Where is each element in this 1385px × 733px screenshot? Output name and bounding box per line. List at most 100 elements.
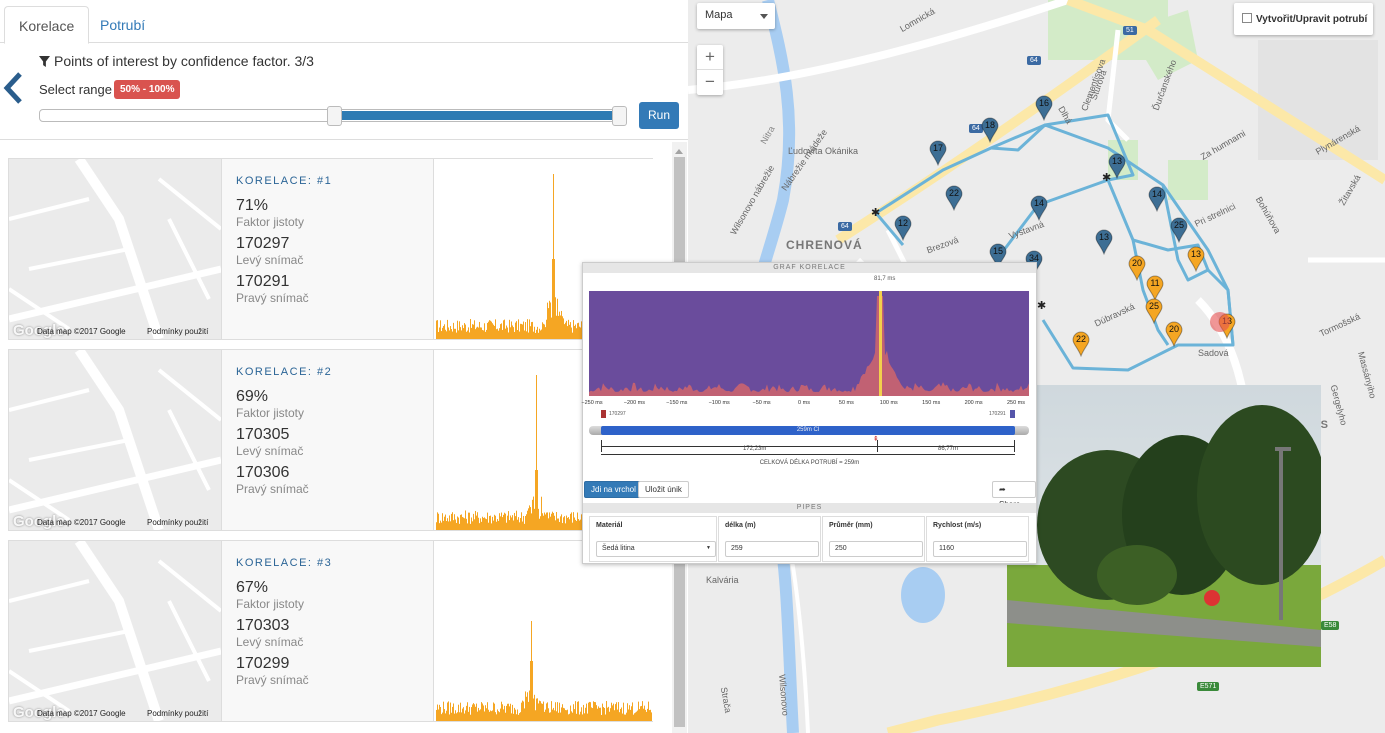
speed-input[interactable]: 1160 (933, 541, 1027, 557)
card-map[interactable]: Google Data map ©2017 Google Podmínky po… (9, 350, 221, 530)
left-distance: 172,23m (743, 446, 767, 452)
left-sensor-label: Levý snímač (236, 253, 304, 267)
junction-icon[interactable]: ✱ (871, 206, 880, 219)
pipes-cell-length: délka (m) 259 (718, 516, 821, 562)
road-badge: E571 (1197, 682, 1220, 691)
left-sensor-label: Levý snímač (236, 635, 304, 649)
slider-handle-min[interactable] (326, 106, 342, 126)
right-sensor-value: 170299 (236, 655, 290, 672)
x-tick-label: −200 ms (623, 400, 646, 406)
left-sensor-id: 170297 (609, 411, 626, 417)
scroll-up-icon[interactable] (675, 145, 683, 154)
length-input[interactable]: 259 (725, 541, 819, 557)
zoom-control[interactable]: + − (697, 45, 723, 95)
junction-icon[interactable]: ✱ (1102, 171, 1111, 184)
pipes-cell-material: Materiál Šedá litina ▼ (589, 516, 717, 562)
right-sensor-label: Pravý snímač (236, 482, 309, 496)
map-pin-blue[interactable]: 14 (1148, 186, 1166, 213)
map-type-dropdown[interactable]: Mapa (697, 3, 775, 29)
map-pin-orange[interactable]: 20 (1165, 321, 1183, 348)
confidence-value: 69% (236, 388, 269, 405)
map-terms-link[interactable]: Podmínky použití (147, 518, 208, 527)
map-pin-blue[interactable]: 18 (981, 117, 999, 144)
x-tick-label: 100 ms (879, 400, 898, 406)
card-map[interactable]: Google Data map ©2017 Google Podmínky po… (9, 541, 221, 721)
range-label: Select range (39, 82, 112, 97)
map-copyright: Data map ©2017 Google (37, 709, 126, 718)
map-pin-orange[interactable]: 13 (1187, 246, 1205, 273)
pipe-toggle-checkbox[interactable] (1242, 13, 1252, 23)
material-value: Šedá litina (602, 545, 635, 552)
confidence-value: 71% (236, 197, 269, 214)
graph-title: GRAF KORELACE (583, 263, 1036, 273)
map-terms-link[interactable]: Podmínky použití (147, 709, 208, 718)
share-icon: ➦ (999, 485, 1006, 494)
correlation-card[interactable]: Google Data map ©2017 Google Podmínky po… (8, 158, 653, 340)
slider-handle-max[interactable] (612, 106, 627, 126)
right-sensor-id: 170291 (989, 411, 1006, 417)
diameter-input[interactable]: 250 (829, 541, 923, 557)
correlation-card[interactable]: Google Data map ©2017 Google Podmínky po… (8, 540, 653, 722)
card-correlation-chart[interactable] (435, 541, 653, 721)
total-length: CELKOVÁ DÉLKA POTRUBÍ = 259m (759, 460, 860, 466)
map-pin-blue[interactable]: 13 (1095, 229, 1113, 256)
street-label: Ľudovíta Okánika (788, 146, 859, 156)
left-sensor-label: Levý snímač (236, 444, 304, 458)
map-pin-blue[interactable]: 14 (1030, 195, 1048, 222)
map-pin-blue[interactable]: 12 (894, 215, 912, 242)
card-header: KORELACE: #3 (236, 557, 333, 569)
tab-potrubi[interactable]: Potrubí (86, 6, 159, 43)
confidence-label: Faktor jistoty (236, 406, 305, 420)
share-button[interactable]: ➦ Share (992, 481, 1036, 509)
run-button[interactable]: Run (639, 102, 679, 129)
filter-icon (39, 56, 50, 67)
map-pin-orange[interactable]: 22 (1072, 331, 1090, 358)
material-select[interactable]: Šedá litina ▼ (596, 541, 716, 557)
tab-korelace[interactable]: Korelace (4, 6, 90, 44)
zoom-out-button[interactable]: − (697, 70, 723, 95)
correlation-graph[interactable] (589, 291, 1029, 399)
correlation-card[interactable]: Google Data map ©2017 Google Podmínky po… (8, 349, 653, 531)
card-header: KORELACE: #1 (236, 175, 333, 187)
road-badge: 64 (838, 222, 852, 231)
map-pin-orange[interactable]: 25 (1145, 298, 1163, 325)
zoom-in-button[interactable]: + (697, 45, 723, 70)
card-info: KORELACE: #3 67% Faktor jistoty 170303 L… (221, 541, 434, 721)
right-sensor-label: Pravý snímač (236, 291, 309, 305)
map-pin-blue[interactable]: 16 (1035, 95, 1053, 122)
junction-icon[interactable]: ✱ (1037, 299, 1046, 312)
create-edit-pipe-toggle[interactable]: Vytvořit/Upravit potrubí (1234, 3, 1373, 35)
map-pin-blue[interactable]: 22 (945, 185, 963, 212)
save-leak-button[interactable]: Uložit únik (638, 481, 689, 498)
map-pin-orange[interactable]: 20 (1128, 255, 1146, 282)
road-badge: E58 (1321, 621, 1340, 630)
map-copyright: Data map ©2017 Google (37, 327, 126, 336)
card-info: KORELACE: #2 69% Faktor jistoty 170305 L… (221, 350, 434, 530)
map-copyright: Data map ©2017 Google (37, 518, 126, 527)
back-icon[interactable] (2, 71, 24, 110)
left-sensor-value: 170303 (236, 617, 290, 634)
pipe-bar[interactable]: 259m Čl (601, 426, 1015, 435)
filter-panel: Points of interest by confidence factor.… (0, 43, 688, 140)
goto-peak-button[interactable]: Jdi na vrchol (584, 481, 643, 498)
pipes-header: Rychlost (m/s) (933, 522, 982, 529)
range-slider[interactable] (39, 106, 627, 126)
map-pin-blue[interactable]: 17 (929, 140, 947, 167)
map-terms-link[interactable]: Podmínky použití (147, 327, 208, 336)
street-label: Kalvária (706, 575, 739, 585)
confidence-value: 67% (236, 579, 269, 596)
x-tick-label: −100 ms (708, 400, 730, 406)
card-header: KORELACE: #2 (236, 366, 333, 378)
road-badge: 51 (1123, 26, 1137, 35)
pipes-header: Materiál (596, 522, 623, 529)
x-tick-label: 150 ms (922, 400, 941, 406)
street-view-photo[interactable] (1007, 385, 1321, 667)
map-pin-blue[interactable]: 25 (1170, 217, 1188, 244)
left-sensor-value: 170305 (236, 426, 290, 443)
map-type-label: Mapa (705, 9, 733, 21)
right-sensor-marker (1010, 410, 1015, 418)
street-label: Sadová (1198, 348, 1229, 358)
card-map[interactable]: Google Data map ©2017 Google Podmínky po… (9, 159, 221, 339)
x-tick-label: 200 ms (964, 400, 983, 406)
leak-highlight[interactable] (1210, 312, 1230, 332)
